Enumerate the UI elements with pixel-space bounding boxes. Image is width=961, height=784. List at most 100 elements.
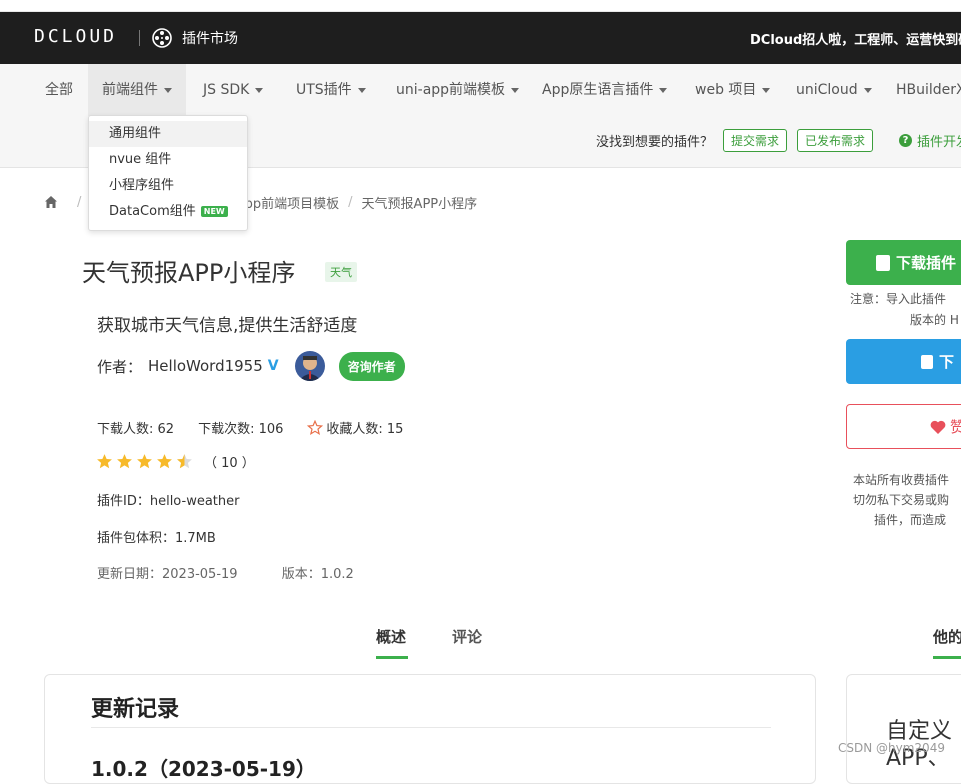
rating: （ 10 ） <box>96 452 255 471</box>
breadcrumb-current: 天气预报APP小程序 <box>361 196 478 212</box>
stats-row: 下载人数: 62 下载次数: 106 收藏人数: 15 <box>97 418 403 437</box>
import-note-line2: 版本的 H <box>910 313 959 327</box>
rating-count: （ 10 ） <box>204 456 255 471</box>
avatar-image <box>294 351 325 381</box>
recruit-banner-link[interactable]: DCloud招人啦，工程师、运营快到碗里来 <box>750 29 961 48</box>
nav-label: 前端组件 <box>102 82 158 98</box>
author-label: 作者： <box>97 357 143 376</box>
hbuilderx-icon <box>921 354 933 369</box>
star-full-icon <box>97 454 112 469</box>
version: 版本：1.0.2 <box>281 567 354 582</box>
breadcrumb-separator: / <box>348 194 353 210</box>
author-row: 作者： HelloWord1955 V 咨询作者 <box>97 350 405 382</box>
nav-item-unicloud[interactable]: uniCloud <box>782 64 886 116</box>
nav-label: 全部 <box>45 82 73 98</box>
import-note-line1: 注意：导入此插件 <box>850 292 947 306</box>
tab-active-indicator <box>376 656 408 659</box>
plugin-subtitle: 获取城市天气信息,提供生活舒适度 <box>97 316 358 336</box>
author-name[interactable]: HelloWord1955 <box>148 357 263 375</box>
frontend-components-dropdown: 通用组件 nvue 组件 小程序组件 DataCom组件 NEW <box>88 115 248 231</box>
verified-icon: V <box>267 358 279 374</box>
like-button[interactable]: 赞 <box>846 404 961 449</box>
blue-button-label: 下 <box>939 353 955 371</box>
download-users: 下载人数: 62 <box>97 422 175 437</box>
download-button-label: 下载插件 <box>896 254 957 272</box>
update-date: 更新日期：2023-05-19 <box>97 567 238 582</box>
nav-item-web-projects[interactable]: web 项目 <box>681 64 784 116</box>
nav-label: UTS插件 <box>296 82 352 98</box>
dropdown-item-label: nvue 组件 <box>109 152 172 167</box>
star-outline-icon[interactable] <box>307 419 324 436</box>
changelog-title: 更新记录 <box>91 697 180 722</box>
dropdown-item-datacom[interactable]: DataCom组件 NEW <box>89 199 247 225</box>
nav-item-uniapp-templates[interactable]: uni-app前端模板 <box>382 64 533 116</box>
nav-label: App原生语言插件 <box>542 82 654 98</box>
update-info: 更新日期：2023-05-19 版本：1.0.2 <box>97 563 354 582</box>
plugin-dev-label: 插件开发 <box>917 134 961 150</box>
plugin-id: 插件ID：hello-weather <box>97 494 240 509</box>
plugin-market-link[interactable]: 插件市场 <box>152 25 238 51</box>
nav-item-hbuilderx[interactable]: HBuilderX <box>882 64 961 116</box>
caret-down-icon <box>357 87 366 93</box>
nav-item-uts-plugins[interactable]: UTS插件 <box>282 64 380 116</box>
changelog-entry: 1.0.2（2023-05-19） <box>91 757 316 781</box>
film-reel-icon <box>152 28 172 48</box>
dropdown-item-label: DataCom组件 <box>109 204 196 219</box>
new-badge: NEW <box>200 206 228 217</box>
plugin-market-label: 插件市场 <box>182 31 238 47</box>
download-plugin-button[interactable]: 下载插件 <box>846 240 961 285</box>
package-size: 插件包体积：1.7MB <box>97 531 216 546</box>
avatar[interactable] <box>294 351 325 381</box>
dcloud-logo[interactable]: DCLOUD <box>34 26 117 47</box>
breadcrumb-separator: / <box>77 194 82 210</box>
consult-author-button[interactable]: 咨询作者 <box>338 351 405 381</box>
nav-label: HBuilderX <box>896 82 961 98</box>
heart-icon <box>930 420 946 434</box>
nav-item-all[interactable]: 全部 <box>31 64 87 116</box>
dropdown-item-general[interactable]: 通用组件 <box>89 121 247 147</box>
nav-label: JS SDK <box>203 82 250 98</box>
caret-down-icon <box>255 87 264 93</box>
download-count: 下载次数: 106 <box>198 422 284 437</box>
submit-request-button[interactable]: 提交需求 <box>723 128 788 152</box>
dropdown-item-nvue[interactable]: nvue 组件 <box>89 147 247 173</box>
breadcrumb-item-app-templates[interactable]: pp前端项目模板 <box>245 193 340 212</box>
logo-divider <box>139 30 140 46</box>
tab-overview[interactable]: 概述 <box>376 626 406 647</box>
star-full-icon <box>117 454 132 469</box>
content-card: 更新记录 1.0.2（2023-05-19） <box>44 674 816 784</box>
need-prompt: 没找到想要的插件？ <box>596 134 714 150</box>
home-icon[interactable] <box>44 195 58 209</box>
favorite-count: 收藏人数: 15 <box>326 422 404 437</box>
tab-comments[interactable]: 评论 <box>452 626 482 647</box>
star-full-icon <box>157 454 172 469</box>
nav-label: uni-app前端模板 <box>396 82 506 98</box>
browser-strip <box>0 0 961 12</box>
nav-label: uniCloud <box>796 82 858 98</box>
nav-item-js-sdk[interactable]: JS SDK <box>189 64 277 116</box>
question-circle-icon: ? <box>899 133 913 147</box>
caret-down-icon <box>762 87 771 93</box>
star-half-icon <box>177 454 192 469</box>
caret-down-icon <box>511 87 520 93</box>
notice-line2: 切勿私下交易或购 <box>853 493 950 507</box>
nav-item-native-plugins[interactable]: App原生语言插件 <box>528 64 681 116</box>
notice-line1: 本站所有收费插件 <box>853 473 950 487</box>
published-request-button[interactable]: 已发布需求 <box>797 128 874 152</box>
hbuilderx-download-button[interactable]: 下 <box>846 339 961 384</box>
like-label: 赞 <box>950 418 961 436</box>
nav-item-frontend-components[interactable]: 前端组件 <box>88 64 186 116</box>
plugin-tag[interactable]: 天气 <box>325 262 357 282</box>
right-tab-indicator <box>933 656 961 659</box>
request-row: 没找到想要的插件？ 提交需求 已发布需求 ? 插件开发 <box>596 128 961 152</box>
dropdown-item-label: 通用组件 <box>109 126 162 141</box>
caret-down-icon <box>863 87 872 93</box>
dropdown-item-miniprogram[interactable]: 小程序组件 <box>89 173 247 199</box>
tab-author-other-plugins[interactable]: 他的 <box>933 626 961 647</box>
caret-down-icon <box>659 87 668 93</box>
star-full-icon <box>137 454 152 469</box>
divider <box>91 727 771 728</box>
caret-down-icon <box>164 87 172 93</box>
site-header: DCLOUD 插件市场 DCloud招人啦，工程师、运营快到碗里来 <box>0 12 961 64</box>
plugin-dev-link[interactable]: ? 插件开发 <box>899 131 961 150</box>
